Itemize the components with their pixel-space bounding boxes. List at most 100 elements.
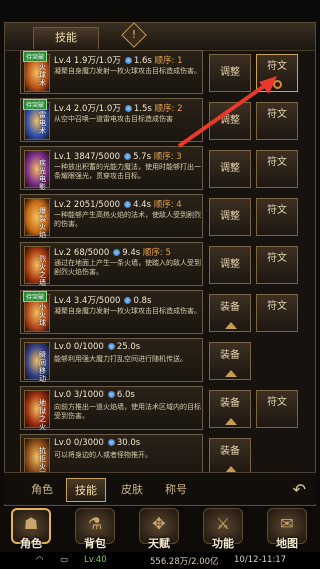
nav-talent[interactable]: ✥ 天赋: [130, 508, 188, 552]
rune-label: 符文: [267, 253, 287, 264]
breakthrough-badge: 待突破: [23, 51, 48, 62]
skill-description: 凝聚自身魔力发射一枚火球攻击目标造成伤害。: [54, 67, 201, 75]
rune-button[interactable]: 符文: [256, 198, 298, 236]
rune-label: 符文: [267, 205, 287, 216]
breakthrough-badge: 待突破: [23, 291, 48, 302]
skill-exp: 3847/5000: [73, 152, 121, 162]
skill-icon: 烈火之墙: [24, 246, 50, 287]
skill-cooldown: 1.5s: [133, 104, 152, 114]
skill-stats: Lv.4 1.9万/1.0万 1.6s 顺序: 1: [54, 54, 182, 66]
skill-stats: Lv.4 3.4万/5000 0.8s: [54, 294, 151, 306]
skill-level: Lv.2: [54, 200, 72, 210]
rune-button[interactable]: 符文: [256, 294, 298, 332]
skill-level: Lv.4: [54, 56, 72, 66]
tab-skills[interactable]: 技能: [33, 27, 99, 49]
skill-stats: Lv.0 0/3000 30.0s: [54, 438, 140, 448]
skill-name: 雷电术: [39, 111, 46, 135]
equip-label: 装备: [220, 446, 240, 457]
cooldown-icon: [107, 439, 115, 446]
skill-level: Lv.4: [54, 296, 72, 306]
skill-description: 能够利用强大魔力打乱空间进行随机传送。: [54, 355, 187, 363]
order-label: 顺序:: [154, 56, 175, 66]
skill-card[interactable]: 烈火之墙 Lv.2 68/5000 9.4s 顺序: 5 通过在地面上产生一条火墙，使…: [20, 242, 203, 287]
skill-row: 地狱之火 Lv.0 3/1000 6.0s 向前方推出一道火焰墙，使用法术区域内的目…: [20, 386, 302, 432]
skill-cooldown: 0.8s: [133, 296, 152, 306]
nav-map[interactable]: ✉ 地图: [258, 508, 316, 552]
warning-icon[interactable]: !: [121, 22, 147, 48]
skill-card[interactable]: 地狱之火 Lv.0 3/1000 6.0s 向前方推出一道火焰墙，使用法术区域内的目…: [20, 386, 203, 431]
rune-button[interactable]: 符文: [256, 102, 298, 140]
rune-label: 符文: [267, 109, 287, 120]
skill-card[interactable]: 爆裂火焰 Lv.2 2051/5000 4.4s 顺序: 4 一种能够产生高热火焰的法…: [20, 194, 203, 239]
player-level: Lv.40: [84, 555, 107, 565]
skill-icon: 抗拒火环: [24, 438, 50, 479]
title-bar: 技能 !: [5, 22, 315, 51]
skill-icon: 疾光电影: [24, 150, 50, 191]
skill-exp: 2.0万/1.0万: [73, 104, 121, 114]
skill-list: 待突破 火球术 Lv.4 1.9万/1.0万 1.6s 顺序: 1 凝聚自身魔力发射一枚…: [20, 50, 302, 482]
rune-label: 符文: [267, 397, 287, 408]
skill-row: 疾光电影 Lv.1 3847/5000 5.7s 顺序: 3 一种放出积蓄的光能力魔法…: [20, 146, 302, 192]
order-label: 顺序:: [153, 200, 174, 210]
skill-icon: 待突破 雷电术: [23, 99, 50, 140]
adjust-button[interactable]: 调整: [209, 150, 251, 188]
rune-label: 符文: [267, 157, 287, 168]
skill-row: 爆裂火焰 Lv.2 2051/5000 4.4s 顺序: 4 一种能够产生高热火焰的法…: [20, 194, 302, 240]
nav-character[interactable]: ☗ 角色: [2, 508, 60, 552]
skill-card[interactable]: 瞬间移动 Lv.0 0/1000 25.0s 能够利用强大魔力打乱空间进行随机传送。: [20, 338, 203, 383]
skill-icon: 待突破 小火球: [23, 291, 50, 332]
cooldown-icon: [124, 153, 132, 160]
equip-label: 装备: [220, 350, 240, 361]
skill-name: 疾光电影: [39, 159, 46, 191]
skill-card[interactable]: 待突破 雷电术 Lv.4 2.0万/1.0万 1.5s 顺序: 2 从空中召唤一道雷电攻…: [20, 98, 203, 142]
order-value: 3: [176, 152, 182, 162]
skill-row: 瞬间移动 Lv.0 0/1000 25.0s 能够利用强大魔力打乱空间进行随机传送。…: [20, 338, 302, 384]
wifi-icon: ◠: [36, 555, 44, 565]
skill-level: Lv.0: [54, 342, 72, 352]
skill-card[interactable]: 疾光电影 Lv.1 3847/5000 5.7s 顺序: 3 一种放出积蓄的光能力魔法…: [20, 146, 203, 191]
equip-button[interactable]: 装备: [209, 294, 251, 332]
tab-character[interactable]: 角色: [22, 478, 62, 502]
skill-description: 一种能够产生高热火焰的法术，使敌人受到剧烈的伤害。: [54, 211, 201, 228]
skill-row: 烈火之墙 Lv.2 68/5000 9.4s 顺序: 5 通过在地面上产生一条火墙，使…: [20, 242, 302, 288]
back-icon[interactable]: ↶: [293, 480, 306, 499]
equip-button[interactable]: 装备: [209, 438, 251, 476]
skill-cooldown: 30.0s: [116, 438, 141, 448]
equip-button[interactable]: 装备: [209, 390, 251, 428]
skill-description: 向前方推出一道火焰墙，使用法术区域内的目标受到伤害。: [54, 403, 201, 420]
skill-exp: 0/3000: [73, 438, 104, 448]
skill-cooldown: 4.4s: [133, 200, 152, 210]
skill-exp: 0/1000: [73, 342, 104, 352]
tab-skin[interactable]: 皮肤: [112, 478, 152, 502]
skill-stats: Lv.2 2051/5000 4.4s 顺序: 4: [54, 198, 182, 210]
rune-button[interactable]: 符文: [256, 150, 298, 188]
tab-title[interactable]: 称号: [156, 478, 196, 502]
skill-name: 地狱之火: [39, 399, 46, 431]
adjust-button[interactable]: 调整: [209, 198, 251, 236]
order-label: 顺序:: [142, 248, 163, 258]
skill-stats: Lv.0 3/1000 6.0s: [54, 390, 135, 400]
rune-button[interactable]: 符文: [256, 246, 298, 284]
adjust-button[interactable]: 调整: [209, 246, 251, 284]
skill-name: 火球术: [39, 63, 46, 87]
skill-card[interactable]: 待突破 火球术 Lv.4 1.9万/1.0万 1.6s 顺序: 1 凝聚自身魔力发射一枚…: [20, 50, 203, 94]
adjust-button[interactable]: 调整: [209, 102, 251, 140]
skill-card[interactable]: 待突破 小火球 Lv.4 3.4万/5000 0.8s 凝聚自身魔力发射一枚火球攻击目…: [20, 290, 203, 334]
cooldown-icon: [124, 297, 132, 304]
nav-bag[interactable]: ⚗ 背包: [66, 508, 124, 552]
skill-icon: 地狱之火: [24, 390, 50, 431]
rune-button[interactable]: 符文: [256, 390, 298, 428]
order-label: 顺序:: [154, 104, 175, 114]
rune-button[interactable]: 符文: [256, 54, 298, 92]
nav-function[interactable]: ⚔ 功能: [194, 508, 252, 552]
tab-skills-bottom[interactable]: 技能: [66, 478, 106, 502]
skill-cooldown: 5.7s: [133, 152, 152, 162]
equip-label: 装备: [220, 398, 240, 409]
equip-button[interactable]: 装备: [209, 342, 251, 380]
adjust-button[interactable]: 调整: [209, 54, 251, 92]
up-arrow-icon: [225, 370, 237, 377]
skill-name: 烈火之墙: [39, 255, 46, 287]
scroll-glyph: ✉: [280, 514, 294, 533]
skill-level: Lv.0: [54, 390, 72, 400]
cooldown-icon: [124, 105, 132, 112]
